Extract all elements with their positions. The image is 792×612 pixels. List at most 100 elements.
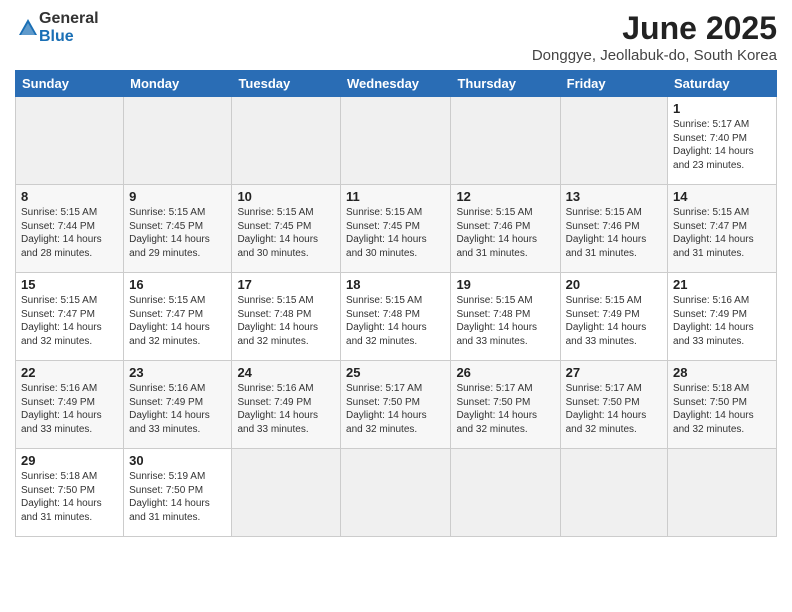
day-number: 27 <box>566 365 662 380</box>
calendar-cell <box>560 449 667 537</box>
day-number: 20 <box>566 277 662 292</box>
calendar-cell <box>124 97 232 185</box>
day-info: Sunrise: 5:15 AMSunset: 7:45 PMDaylight:… <box>129 207 210 259</box>
day-number: 1 <box>673 101 771 116</box>
calendar-week-row: 15 Sunrise: 5:15 AMSunset: 7:47 PMDaylig… <box>16 273 777 361</box>
location-subtitle: Donggye, Jeollabuk-do, South Korea <box>532 47 777 64</box>
calendar-cell <box>451 97 560 185</box>
calendar-cell: 22 Sunrise: 5:16 AMSunset: 7:49 PMDaylig… <box>16 361 124 449</box>
day-info: Sunrise: 5:17 AMSunset: 7:50 PMDaylight:… <box>566 383 647 435</box>
day-number: 19 <box>456 277 554 292</box>
day-number: 8 <box>21 189 118 204</box>
day-number: 10 <box>237 189 335 204</box>
calendar-cell: 16 Sunrise: 5:15 AMSunset: 7:47 PMDaylig… <box>124 273 232 361</box>
day-number: 22 <box>21 365 118 380</box>
calendar-cell: 27 Sunrise: 5:17 AMSunset: 7:50 PMDaylig… <box>560 361 667 449</box>
calendar-cell: 28 Sunrise: 5:18 AMSunset: 7:50 PMDaylig… <box>668 361 777 449</box>
day-number: 15 <box>21 277 118 292</box>
col-wednesday: Wednesday <box>341 71 451 97</box>
calendar-week-row: 22 Sunrise: 5:16 AMSunset: 7:49 PMDaylig… <box>16 361 777 449</box>
day-info: Sunrise: 5:17 AMSunset: 7:50 PMDaylight:… <box>346 383 427 435</box>
calendar-cell <box>341 449 451 537</box>
calendar-cell: 23 Sunrise: 5:16 AMSunset: 7:49 PMDaylig… <box>124 361 232 449</box>
day-info: Sunrise: 5:15 AMSunset: 7:46 PMDaylight:… <box>566 207 647 259</box>
calendar-cell: 21 Sunrise: 5:16 AMSunset: 7:49 PMDaylig… <box>668 273 777 361</box>
calendar-week-row: 1 Sunrise: 5:17 AMSunset: 7:40 PMDayligh… <box>16 97 777 185</box>
day-number: 28 <box>673 365 771 380</box>
calendar-cell: 19 Sunrise: 5:15 AMSunset: 7:48 PMDaylig… <box>451 273 560 361</box>
calendar-cell <box>451 449 560 537</box>
day-info: Sunrise: 5:15 AMSunset: 7:49 PMDaylight:… <box>566 295 647 347</box>
col-friday: Friday <box>560 71 667 97</box>
calendar-cell: 10 Sunrise: 5:15 AMSunset: 7:45 PMDaylig… <box>232 185 341 273</box>
day-number: 17 <box>237 277 335 292</box>
day-info: Sunrise: 5:16 AMSunset: 7:49 PMDaylight:… <box>237 383 318 435</box>
title-block: June 2025 Donggye, Jeollabuk-do, South K… <box>532 10 777 64</box>
day-number: 9 <box>129 189 226 204</box>
day-info: Sunrise: 5:15 AMSunset: 7:44 PMDaylight:… <box>21 207 102 259</box>
day-info: Sunrise: 5:18 AMSunset: 7:50 PMDaylight:… <box>21 471 102 523</box>
calendar-cell: 13 Sunrise: 5:15 AMSunset: 7:46 PMDaylig… <box>560 185 667 273</box>
logo-text: General Blue <box>39 10 99 46</box>
col-thursday: Thursday <box>451 71 560 97</box>
calendar-cell: 14 Sunrise: 5:15 AMSunset: 7:47 PMDaylig… <box>668 185 777 273</box>
calendar-cell <box>232 449 341 537</box>
col-tuesday: Tuesday <box>232 71 341 97</box>
day-info: Sunrise: 5:17 AMSunset: 7:40 PMDaylight:… <box>673 119 754 171</box>
calendar-cell: 29 Sunrise: 5:18 AMSunset: 7:50 PMDaylig… <box>16 449 124 537</box>
day-number: 24 <box>237 365 335 380</box>
calendar-header-row: Sunday Monday Tuesday Wednesday Thursday… <box>16 71 777 97</box>
day-info: Sunrise: 5:15 AMSunset: 7:47 PMDaylight:… <box>129 295 210 347</box>
day-number: 21 <box>673 277 771 292</box>
day-number: 25 <box>346 365 445 380</box>
calendar-week-row: 29 Sunrise: 5:18 AMSunset: 7:50 PMDaylig… <box>16 449 777 537</box>
calendar-cell: 17 Sunrise: 5:15 AMSunset: 7:48 PMDaylig… <box>232 273 341 361</box>
calendar-cell <box>16 97 124 185</box>
day-number: 16 <box>129 277 226 292</box>
day-info: Sunrise: 5:16 AMSunset: 7:49 PMDaylight:… <box>21 383 102 435</box>
calendar-cell: 11 Sunrise: 5:15 AMSunset: 7:45 PMDaylig… <box>341 185 451 273</box>
day-number: 18 <box>346 277 445 292</box>
day-number: 12 <box>456 189 554 204</box>
page-container: General Blue June 2025 Donggye, Jeollabu… <box>0 0 792 547</box>
logo-blue: Blue <box>39 28 74 45</box>
col-monday: Monday <box>124 71 232 97</box>
calendar-cell: 1 Sunrise: 5:17 AMSunset: 7:40 PMDayligh… <box>668 97 777 185</box>
calendar-cell: 12 Sunrise: 5:15 AMSunset: 7:46 PMDaylig… <box>451 185 560 273</box>
day-number: 29 <box>21 453 118 468</box>
calendar-cell: 18 Sunrise: 5:15 AMSunset: 7:48 PMDaylig… <box>341 273 451 361</box>
day-info: Sunrise: 5:15 AMSunset: 7:45 PMDaylight:… <box>346 207 427 259</box>
day-number: 26 <box>456 365 554 380</box>
day-info: Sunrise: 5:19 AMSunset: 7:50 PMDaylight:… <box>129 471 210 523</box>
calendar-cell <box>232 97 341 185</box>
col-saturday: Saturday <box>668 71 777 97</box>
calendar-cell: 9 Sunrise: 5:15 AMSunset: 7:45 PMDayligh… <box>124 185 232 273</box>
calendar-cell: 26 Sunrise: 5:17 AMSunset: 7:50 PMDaylig… <box>451 361 560 449</box>
day-info: Sunrise: 5:15 AMSunset: 7:48 PMDaylight:… <box>456 295 537 347</box>
calendar-cell: 8 Sunrise: 5:15 AMSunset: 7:44 PMDayligh… <box>16 185 124 273</box>
day-info: Sunrise: 5:15 AMSunset: 7:47 PMDaylight:… <box>21 295 102 347</box>
day-info: Sunrise: 5:15 AMSunset: 7:45 PMDaylight:… <box>237 207 318 259</box>
calendar-cell: 25 Sunrise: 5:17 AMSunset: 7:50 PMDaylig… <box>341 361 451 449</box>
day-number: 14 <box>673 189 771 204</box>
day-info: Sunrise: 5:15 AMSunset: 7:47 PMDaylight:… <box>673 207 754 259</box>
day-number: 11 <box>346 189 445 204</box>
calendar-table: Sunday Monday Tuesday Wednesday Thursday… <box>15 70 777 537</box>
day-info: Sunrise: 5:15 AMSunset: 7:46 PMDaylight:… <box>456 207 537 259</box>
day-info: Sunrise: 5:16 AMSunset: 7:49 PMDaylight:… <box>673 295 754 347</box>
calendar-cell: 30 Sunrise: 5:19 AMSunset: 7:50 PMDaylig… <box>124 449 232 537</box>
day-info: Sunrise: 5:15 AMSunset: 7:48 PMDaylight:… <box>237 295 318 347</box>
day-number: 30 <box>129 453 226 468</box>
col-sunday: Sunday <box>16 71 124 97</box>
calendar-cell <box>560 97 667 185</box>
calendar-cell: 15 Sunrise: 5:15 AMSunset: 7:47 PMDaylig… <box>16 273 124 361</box>
calendar-cell <box>668 449 777 537</box>
day-number: 23 <box>129 365 226 380</box>
logo: General Blue <box>15 10 99 46</box>
calendar-cell <box>341 97 451 185</box>
calendar-week-row: 8 Sunrise: 5:15 AMSunset: 7:44 PMDayligh… <box>16 185 777 273</box>
calendar-cell: 20 Sunrise: 5:15 AMSunset: 7:49 PMDaylig… <box>560 273 667 361</box>
day-info: Sunrise: 5:15 AMSunset: 7:48 PMDaylight:… <box>346 295 427 347</box>
month-title: June 2025 <box>532 10 777 47</box>
logo-icon <box>17 17 39 39</box>
